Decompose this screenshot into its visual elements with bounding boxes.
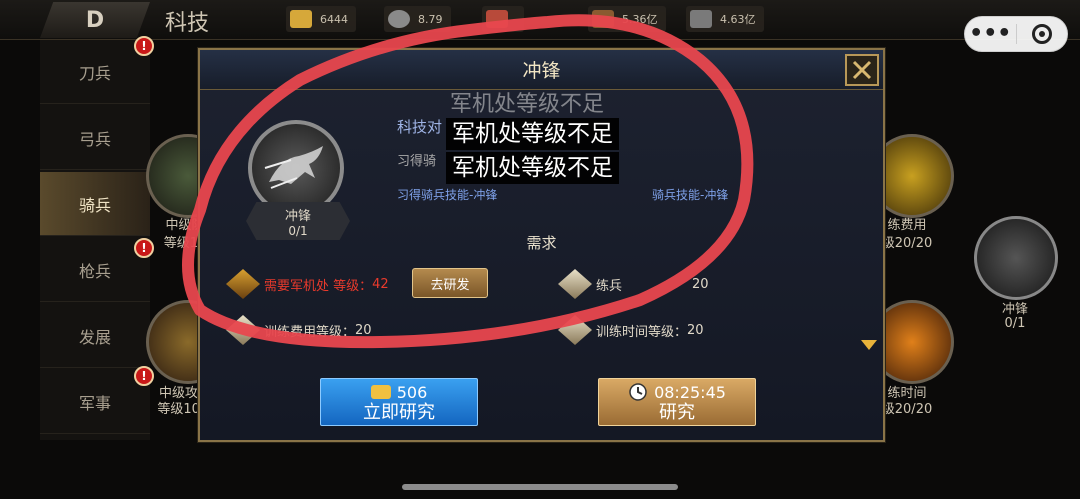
hand-drawn-circle-annotation [182, 14, 754, 349]
home-indicator[interactable] [402, 484, 678, 490]
